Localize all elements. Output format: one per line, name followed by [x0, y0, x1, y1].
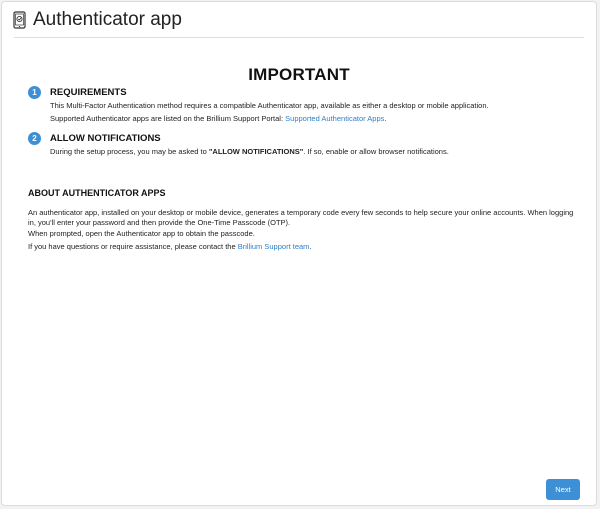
next-button[interactable]: Next	[546, 479, 580, 500]
about-text-suffix: .	[309, 242, 312, 251]
authenticator-setup-panel: Authenticator app IMPORTANT 1 REQUIREMEN…	[1, 1, 597, 506]
about-paragraph-contact: If you have questions or require assista…	[28, 242, 583, 252]
step-number-badge: 1	[28, 86, 41, 99]
page-title: Authenticator app	[33, 9, 182, 30]
authenticator-app-icon	[13, 11, 26, 29]
step-number-badge: 2	[28, 132, 41, 145]
step-description: This Multi-Factor Authentication method …	[50, 101, 489, 110]
panel-header: Authenticator app	[13, 9, 182, 31]
step-text-suffix: .	[384, 114, 387, 123]
about-text: If you have questions or require assista…	[28, 242, 238, 251]
header-divider	[14, 37, 584, 38]
support-team-link[interactable]: Brillium Support team	[238, 242, 310, 251]
about-section-title: ABOUT AUTHENTICATOR APPS	[28, 188, 166, 198]
important-heading: IMPORTANT	[248, 65, 350, 84]
about-paragraph: An authenticator app, installed on your …	[28, 208, 574, 227]
step-text-suffix: . If so, enable or allow browser notific…	[303, 147, 449, 156]
about-paragraph: When prompted, open the Authenticator ap…	[28, 229, 255, 238]
allow-notifications-emphasis: "ALLOW NOTIFICATIONS"	[208, 147, 304, 156]
step-title: REQUIREMENTS	[50, 87, 127, 98]
step-description-line2: Supported Authenticator apps are listed …	[50, 114, 386, 123]
step-title: ALLOW NOTIFICATIONS	[50, 133, 161, 144]
step-description: During the setup process, you may be ask…	[50, 147, 449, 156]
step-text: Supported Authenticator apps are listed …	[50, 114, 286, 123]
supported-apps-link[interactable]: Supported Authenticator Apps	[285, 114, 384, 123]
step-text: During the setup process, you may be ask…	[50, 147, 209, 156]
